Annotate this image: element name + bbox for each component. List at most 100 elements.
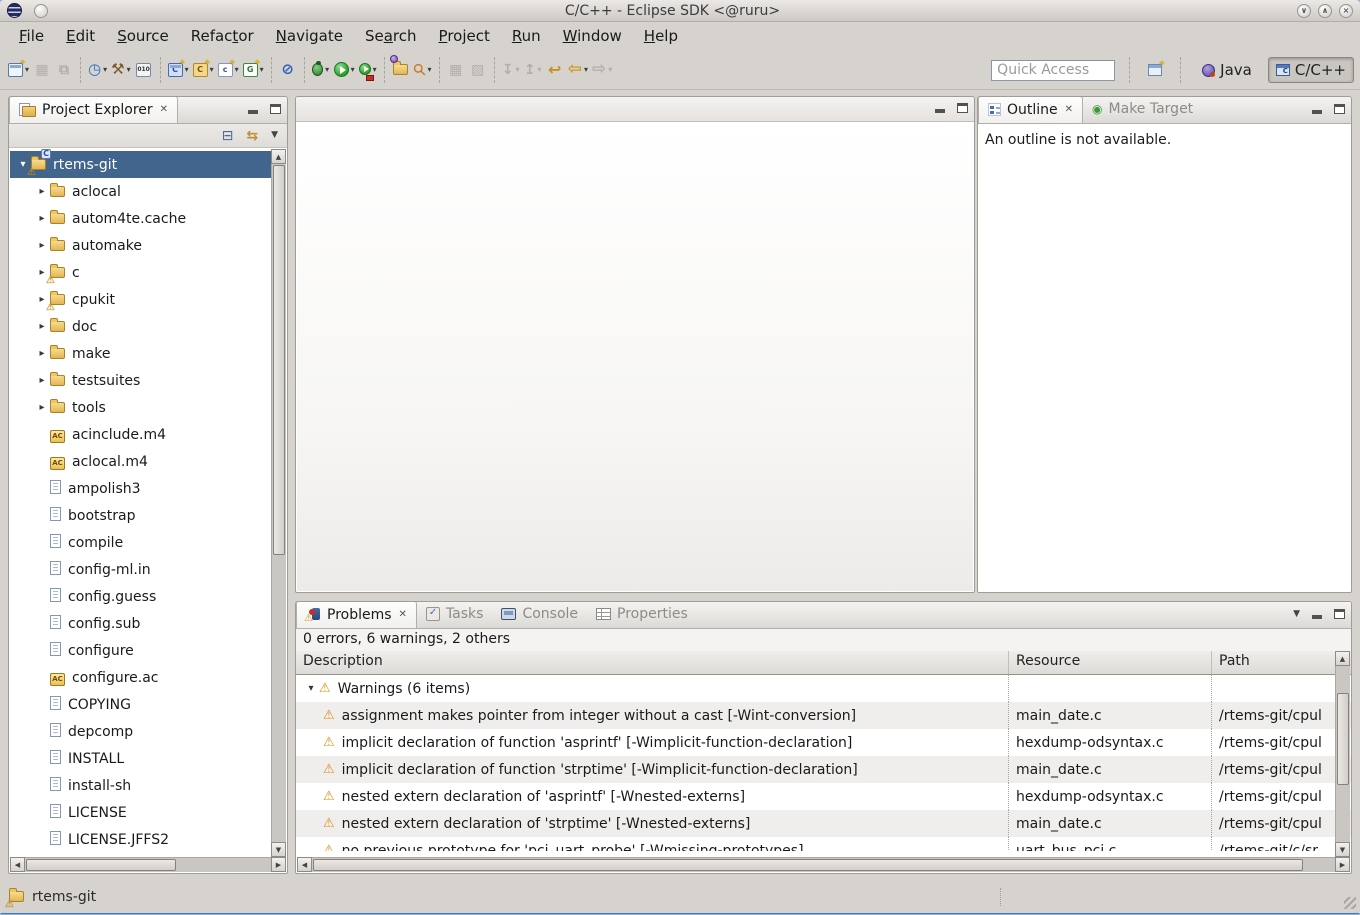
scroll-up-button[interactable]: ▲ (271, 149, 286, 164)
tree-item-acinclude.m4[interactable]: ACacinclude.m4 (10, 421, 271, 448)
tree-item-config.sub[interactable]: config.sub (10, 610, 271, 637)
search-button[interactable]: ⚲▾ (412, 57, 434, 83)
new-c-folder-button[interactable]: C✦▾ (191, 57, 216, 83)
build-all-button[interactable]: ⚒▾ (109, 57, 132, 83)
tab-outline[interactable]: Outline ✕ (978, 96, 1083, 123)
open-resource-button[interactable]: ▨ (467, 57, 489, 83)
menu-search[interactable]: Search (354, 24, 428, 48)
java-perspective-button[interactable]: Java (1195, 58, 1259, 82)
tree-item-license[interactable]: LICENSE (10, 799, 271, 826)
column-resource[interactable]: Resource (1009, 651, 1212, 674)
scroll-right-button[interactable]: ▶ (1335, 857, 1350, 872)
expand-arrow-icon[interactable]: ▸ (34, 402, 50, 413)
dropdown-arrow-icon[interactable]: ▾ (351, 65, 355, 74)
column-path[interactable]: Path (1212, 651, 1336, 674)
scrollbar-thumb[interactable] (313, 859, 1303, 871)
problem-row[interactable]: ⚠no previous prototype for 'pci_uart_pro… (296, 837, 1351, 851)
cpp-perspective-button[interactable]: C C/C++ (1268, 57, 1354, 83)
new-c-file-button[interactable]: c✦▾ (216, 57, 241, 83)
open-perspective-button[interactable]: ✦ (1144, 57, 1166, 83)
close-window-button[interactable]: × (1339, 4, 1353, 18)
run-button[interactable]: ▾ (332, 57, 357, 83)
view-menu-button[interactable]: ▼ (271, 131, 278, 140)
tab-problems[interactable]: ⚠ Problems ✕ (296, 601, 417, 628)
problem-row[interactable]: ⚠implicit declaration of function 'strpt… (296, 756, 1351, 783)
tree-item-copying[interactable]: COPYING (10, 691, 271, 718)
menu-refactor[interactable]: Refactor (180, 24, 265, 48)
column-description[interactable]: Description (296, 651, 1009, 674)
tree-item-c[interactable]: ▸⚠c (10, 259, 271, 286)
close-icon[interactable]: ✕ (399, 609, 407, 620)
minimize-window-button[interactable]: ∨ (1297, 4, 1311, 18)
tree-item-doc[interactable]: ▸doc (10, 313, 271, 340)
tree-item-rtems-git[interactable]: ▾⚠Crtems-git (10, 151, 271, 178)
menu-navigate[interactable]: Navigate (265, 24, 354, 48)
dropdown-arrow-icon[interactable]: ▾ (373, 65, 377, 74)
scroll-left-button[interactable]: ◀ (297, 857, 312, 872)
external-tools-button[interactable]: ▾ (357, 57, 379, 83)
scrollbar-thumb[interactable] (26, 859, 176, 871)
tab-tasks[interactable]: Tasks (417, 601, 493, 628)
problems-horizontal-scrollbar[interactable]: ◀ ▶ (297, 857, 1350, 872)
menu-edit[interactable]: Edit (55, 24, 106, 48)
expand-arrow-icon[interactable]: ▸ (34, 375, 50, 386)
tree-item-make[interactable]: ▸make (10, 340, 271, 367)
maximize-view-button[interactable] (270, 104, 281, 114)
menu-help[interactable]: Help (633, 24, 689, 48)
tab-console[interactable]: Console (492, 601, 587, 628)
menu-window[interactable]: Window (552, 24, 633, 48)
tree-item-aclocal[interactable]: ▸aclocal (10, 178, 271, 205)
tree-item-config.guess[interactable]: config.guess (10, 583, 271, 610)
scrollbar-thumb[interactable] (1337, 693, 1349, 785)
minimize-view-button[interactable] (1312, 110, 1322, 114)
tree-item-config-ml.in[interactable]: config-ml.in (10, 556, 271, 583)
quick-access-input[interactable] (991, 60, 1115, 81)
problem-row[interactable]: ⚠implicit declaration of function 'aspri… (296, 729, 1351, 756)
tree-item-compile[interactable]: compile (10, 529, 271, 556)
new-class-button[interactable]: G✦▾ (241, 57, 266, 83)
open-type-button[interactable]: ▦ (445, 57, 467, 83)
scroll-right-button[interactable]: ▶ (271, 857, 286, 872)
menu-project[interactable]: Project (428, 24, 501, 48)
next-annotation-button[interactable]: ↧▾ (500, 57, 522, 83)
expand-arrow-icon[interactable]: ▸ (34, 321, 50, 332)
expand-arrow-icon[interactable]: ▸ (34, 213, 50, 224)
scroll-down-button[interactable]: ▼ (271, 842, 286, 857)
minimize-view-button[interactable] (935, 109, 945, 113)
tab-project-explorer[interactable]: Project Explorer ✕ (9, 96, 178, 123)
new-c-project-button[interactable]: C✦▾ (166, 57, 191, 83)
problem-row[interactable]: ⚠nested extern declaration of 'strptime'… (296, 810, 1351, 837)
menu-source[interactable]: Source (106, 24, 180, 48)
problem-row[interactable]: ⚠assignment makes pointer from integer w… (296, 702, 1351, 729)
tree-item-install[interactable]: INSTALL (10, 745, 271, 772)
tab-make-target[interactable]: ◉ Make Target (1083, 96, 1202, 123)
forward-button[interactable]: ⇨▾ (590, 57, 614, 83)
minimize-view-button[interactable] (1312, 615, 1322, 619)
expand-arrow-icon[interactable]: ▸ (34, 348, 50, 359)
dropdown-arrow-icon[interactable]: ▾ (103, 65, 107, 74)
collapse-all-button[interactable]: ⊟ (222, 129, 234, 143)
back-button[interactable]: ⇦▾ (566, 57, 590, 83)
pin-button[interactable] (34, 4, 48, 18)
tree-item-ampolish3[interactable]: ampolish3 (10, 475, 271, 502)
scrollbar-thumb[interactable] (273, 165, 285, 555)
open-element-button[interactable] (390, 57, 412, 83)
tree-item-autom4te.cache[interactable]: ▸autom4te.cache (10, 205, 271, 232)
tree-vertical-scrollbar[interactable]: ▲ ▼ (271, 149, 286, 857)
expand-arrow-icon[interactable]: ▸ (34, 186, 50, 197)
tree-item-license.jffs2[interactable]: LICENSE.JFFS2 (10, 826, 271, 853)
tree-horizontal-scrollbar[interactable]: ◀ ▶ (10, 857, 286, 872)
tree-item-depcomp[interactable]: depcomp (10, 718, 271, 745)
last-edit-location-button[interactable]: ↩ (544, 57, 566, 83)
tree-item-configure[interactable]: configure (10, 637, 271, 664)
tree-item-automake[interactable]: ▸automake (10, 232, 271, 259)
save-all-button[interactable]: ⧉ (53, 57, 75, 83)
binary-button[interactable]: 010 (133, 57, 155, 83)
resize-grip[interactable] (1344, 897, 1356, 909)
tree-item-cpukit[interactable]: ▸⚠cpukit (10, 286, 271, 313)
scroll-left-button[interactable]: ◀ (10, 857, 25, 872)
collapse-arrow-icon[interactable]: ▾ (303, 683, 319, 694)
maximize-window-button[interactable]: ∧ (1318, 4, 1332, 18)
dropdown-arrow-icon[interactable]: ▾ (584, 65, 588, 74)
dropdown-arrow-icon[interactable]: ▾ (608, 65, 612, 74)
